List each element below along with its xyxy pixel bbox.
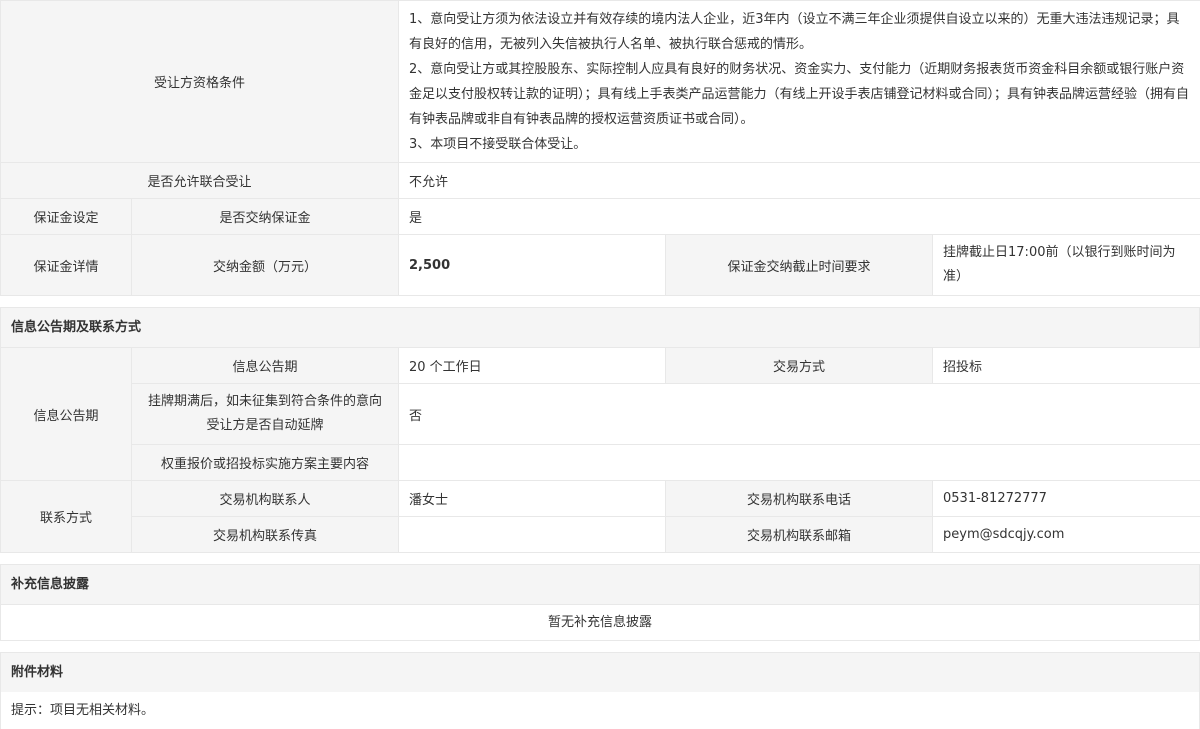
period-group-label: 信息公告期 [0,347,132,481]
deposit-setting-group-label: 保证金设定 [0,198,132,235]
contact-email-label: 交易机构联系邮箱 [665,516,933,553]
period-value: 20 个工作日 [398,347,666,384]
contact-phone-label: 交易机构联系电话 [665,480,933,517]
qualification-label: 受让方资格条件 [0,0,400,163]
deposit-amount-value: 2,500 [398,234,667,296]
trade-method-value: 招投标 [932,347,1200,384]
deposit-amount-label: 交纳金额（万元） [130,234,400,296]
joint-transfer-label: 是否允许联合受让 [0,162,400,199]
qualification-value: 1、意向受让方须为依法设立并有效存续的境内法人企业，近3年内（设立不满三年企业须… [398,0,1200,163]
contact-email-value: peym@sdcqjy.com [932,516,1200,553]
deposit-required-value: 是 [398,198,1200,235]
deposit-deadline-value: 挂牌截止日17:00前（以银行到账时间为准） [932,234,1200,296]
auto-extend-label: 挂牌期满后，如未征集到符合条件的意向受让方是否自动延牌 [131,383,399,445]
joint-transfer-value: 不允许 [398,162,1200,199]
period-label: 信息公告期 [131,347,399,384]
trade-method-label: 交易方式 [665,347,933,384]
scheme-label: 权重报价或招投标实施方案主要内容 [131,444,399,481]
info-section-title: 信息公告期及联系方式 [0,307,1200,347]
deposit-detail-group-label: 保证金详情 [0,234,132,296]
scheme-value [398,444,1200,481]
attachments-section-title: 附件材料 [0,652,1200,692]
contact-fax-value [398,516,666,553]
supplement-section-title: 补充信息披露 [0,564,1200,604]
qualification-line-2: 2、意向受让方或其控股股东、实际控制人应具有良好的财务状况、资金实力、支付能力（… [409,61,1190,127]
info-contact-table: 信息公告期 信息公告期 20 个工作日 交易方式 招投标 挂牌期满后，如未征集到… [0,347,1200,553]
deposit-required-label: 是否交纳保证金 [130,198,400,235]
contact-fax-label: 交易机构联系传真 [131,516,399,553]
auto-extend-value: 否 [398,383,1200,445]
transfer-conditions-table: 受让方资格条件 1、意向受让方须为依法设立并有效存续的境内法人企业，近3年内（设… [0,0,1200,296]
qualification-line-1: 1、意向受让方须为依法设立并有效存续的境内法人企业，近3年内（设立不满三年企业须… [409,11,1180,52]
attachments-tip: 提示：项目无相关材料。 [0,692,1200,729]
contact-group-label: 联系方式 [0,480,132,553]
deposit-deadline-label: 保证金交纳截止时间要求 [665,234,934,296]
qualification-line-3: 3、本项目不接受联合体受让。 [409,136,587,152]
contact-phone-value: 0531-81272777 [932,480,1200,517]
supplement-text: 暂无补充信息披露 [0,604,1200,641]
contact-person-value: 潘女士 [398,480,666,517]
contact-person-label: 交易机构联系人 [131,480,399,517]
